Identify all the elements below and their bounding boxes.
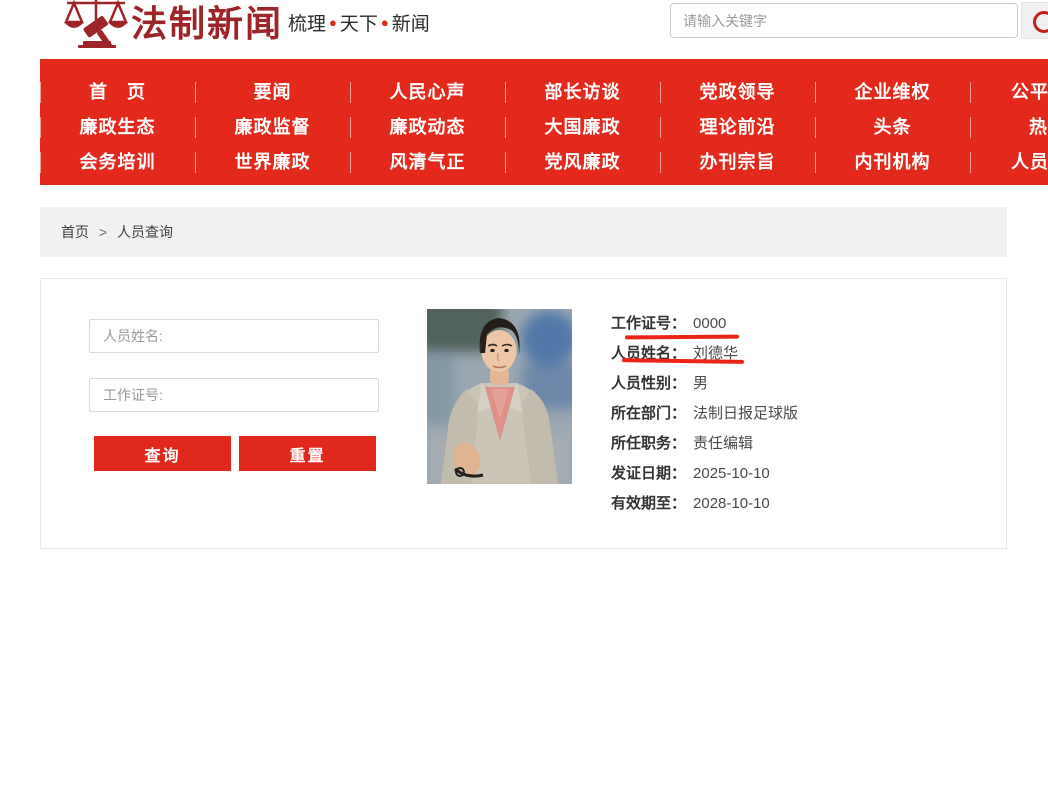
expiry-date-value: 2028-10-10: [693, 495, 770, 512]
detail-row-position: 所任职务：责任编辑: [611, 429, 798, 459]
nav-item-huiwupeixun[interactable]: 会务培训: [40, 145, 195, 180]
nav-item-dangfenglianzheng[interactable]: 党风廉政: [505, 145, 660, 180]
tagline-part-3: 新闻: [392, 9, 430, 36]
detail-row-gender: 人员性别：男: [611, 369, 798, 399]
nav-item-yaowen[interactable]: 要闻: [195, 75, 350, 110]
site-logo-title[interactable]: 法制新闻: [131, 1, 283, 47]
department-value: 法制日报足球版: [693, 405, 798, 422]
red-dot-icon: ●: [329, 16, 337, 29]
query-button[interactable]: 查询: [94, 436, 231, 471]
tagline-part-1: 梳理: [288, 9, 326, 36]
nav-item-re-clipped[interactable]: 热: [970, 110, 1048, 145]
nav-row-3: 会务培训 世界廉政 风清气正 党风廉政 办刊宗旨 内刊机构 人员: [40, 145, 1048, 180]
nav-row-1: 首 页 要闻 人民心声 部长访谈 党政领导 企业维权 公平: [40, 75, 1048, 110]
breadcrumb-home-link[interactable]: 首页: [61, 224, 89, 240]
keyword-search-input[interactable]: [670, 3, 1018, 38]
detail-row-department: 所在部门：法制日报足球版: [611, 399, 798, 429]
red-marker-underline-work-id: [625, 335, 739, 340]
nav-item-neikanjigou[interactable]: 内刊机构: [815, 145, 970, 180]
reset-button[interactable]: 重置: [239, 436, 376, 471]
nav-item-gongping-clipped[interactable]: 公平: [970, 75, 1048, 110]
tagline-part-2: 天下: [340, 9, 378, 36]
person-details: 工作证号：0000 人员姓名：刘德华 人员性别：男 所在部门：法制日报足球版 所…: [611, 309, 798, 519]
scales-gavel-logo-icon[interactable]: [63, 0, 129, 48]
red-dot-icon: ●: [381, 16, 389, 29]
gender-value: 男: [693, 375, 708, 392]
nav-item-qiyeweiquan[interactable]: 企业维权: [815, 75, 970, 110]
nav-item-lianzhengdongtai[interactable]: 廉政动态: [350, 110, 505, 145]
position-value: 责任编辑: [693, 435, 753, 452]
nav-item-buzhangfangtan[interactable]: 部长访谈: [505, 75, 660, 110]
detail-row-name: 人员姓名：刘德华: [611, 339, 798, 369]
nav-item-lianzhengshengtai[interactable]: 廉政生态: [40, 110, 195, 145]
breadcrumb: 首页 > 人员查询: [40, 207, 1007, 257]
nav-item-lianzhengjiandu[interactable]: 廉政监督: [195, 110, 350, 145]
nav-item-home[interactable]: 首 页: [40, 75, 195, 110]
person-portrait-photo: [427, 309, 572, 484]
nav-item-bankanzongzhi[interactable]: 办刊宗旨: [660, 145, 815, 180]
person-name-input[interactable]: [89, 319, 379, 353]
site-tagline: 梳理 ● 天下 ● 新闻: [288, 8, 430, 36]
nav-item-fengqingqizheng[interactable]: 风清气正: [350, 145, 505, 180]
nav-item-renyuan-clipped[interactable]: 人员: [970, 145, 1048, 180]
nav-item-daguolianzheng[interactable]: 大国廉政: [505, 110, 660, 145]
nav-row-2: 廉政生态 廉政监督 廉政动态 大国廉政 理论前沿 头条 热: [40, 110, 1048, 145]
personnel-query-card: 查询 重置: [40, 278, 1007, 549]
detail-row-issue-date: 发证日期：2025-10-10: [611, 459, 798, 489]
nav-item-lilunqianyan[interactable]: 理论前沿: [660, 110, 815, 145]
nav-item-dangzhenglingdao[interactable]: 党政领导: [660, 75, 815, 110]
breadcrumb-separator: >: [99, 224, 107, 240]
work-id-input[interactable]: [89, 378, 379, 412]
breadcrumb-current: 人员查询: [117, 224, 173, 240]
search-button[interactable]: [1021, 2, 1048, 39]
nav-item-shijielianzheng[interactable]: 世界廉政: [195, 145, 350, 180]
work-id-value: 0000: [693, 315, 726, 332]
detail-row-expiry-date: 有效期至：2028-10-10: [611, 489, 798, 519]
nav-item-renminxinsheng[interactable]: 人民心声: [350, 75, 505, 110]
search-icon: [1033, 11, 1048, 33]
main-navigation: 首 页 要闻 人民心声 部长访谈 党政领导 企业维权 公平 廉政生态 廉政监督 …: [40, 59, 1048, 185]
nav-item-toutiao[interactable]: 头条: [815, 110, 970, 145]
issue-date-value: 2025-10-10: [693, 465, 770, 482]
